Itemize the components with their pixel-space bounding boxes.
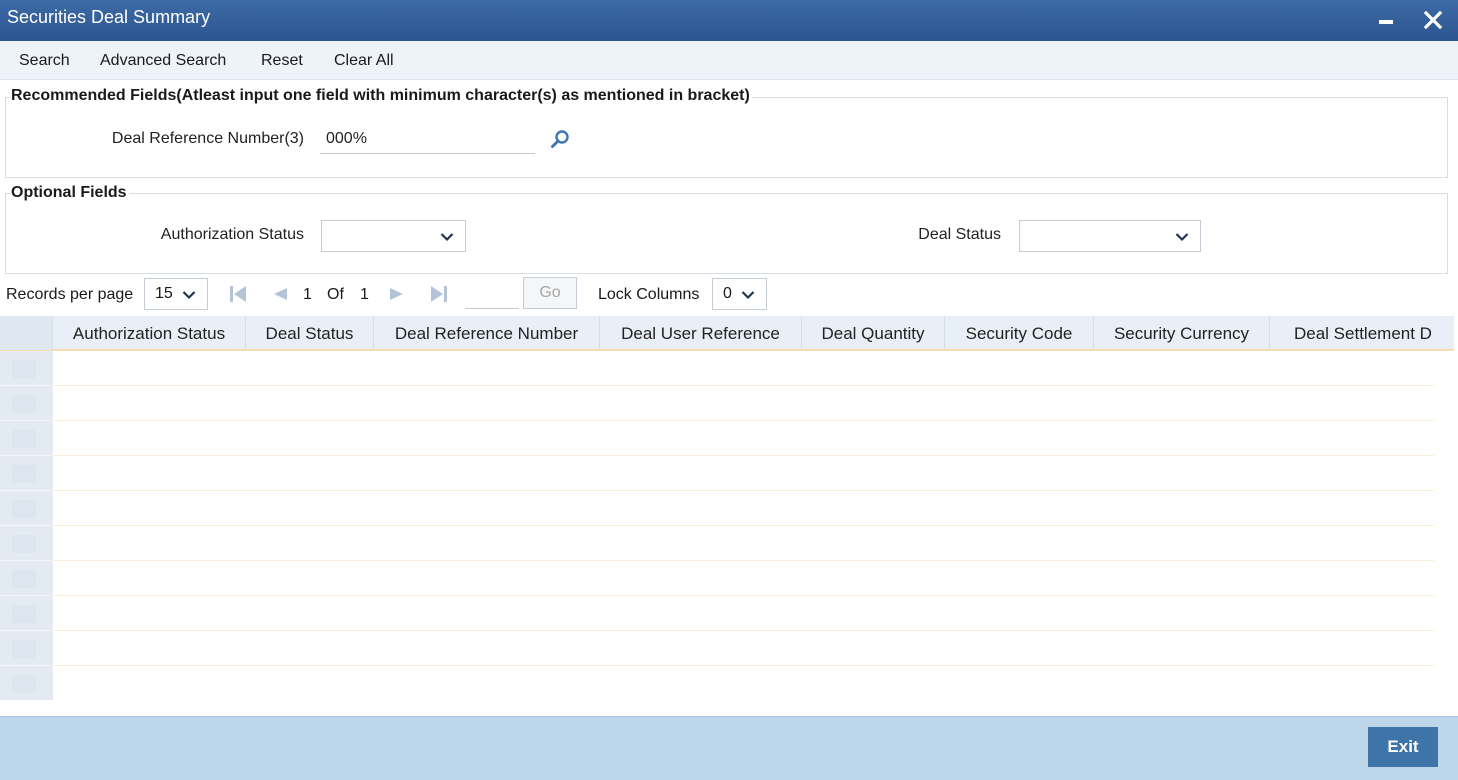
- reset-button[interactable]: Reset: [261, 52, 303, 70]
- table-row[interactable]: [0, 386, 1434, 421]
- minimize-button[interactable]: [1374, 6, 1400, 34]
- minimize-icon: [1379, 20, 1393, 24]
- row-checkbox-box: [12, 395, 36, 413]
- row-checkbox-box: [12, 500, 36, 518]
- exit-button[interactable]: Exit: [1368, 727, 1438, 767]
- row-checkbox[interactable]: [0, 561, 53, 596]
- row-checkbox[interactable]: [0, 526, 53, 561]
- lock-columns-select[interactable]: 0: [712, 278, 767, 310]
- authorization-status-label: Authorization Status: [160, 226, 304, 243]
- close-button[interactable]: [1420, 6, 1446, 34]
- row-checkbox-box: [12, 640, 36, 658]
- select-all-checkbox[interactable]: [0, 316, 53, 350]
- search-button[interactable]: Search: [19, 52, 70, 70]
- column-header[interactable]: Deal User Reference: [600, 316, 802, 350]
- chevron-down-icon: [741, 291, 755, 300]
- results-grid: Authorization Status Deal Status Deal Re…: [0, 316, 1454, 700]
- first-page-icon[interactable]: [229, 284, 247, 304]
- column-header[interactable]: Security Currency: [1094, 316, 1270, 350]
- table-row[interactable]: [0, 561, 1434, 596]
- deal-reference-number-label: Deal Reference Number(3): [111, 130, 304, 147]
- previous-page-icon[interactable]: [271, 284, 289, 304]
- of-label: Of: [327, 286, 344, 303]
- column-header[interactable]: Security Code: [945, 316, 1094, 350]
- column-header[interactable]: Authorization Status: [53, 316, 246, 350]
- vertical-scrollbar[interactable]: [1434, 351, 1454, 700]
- optional-fields-legend: Optional Fields: [11, 184, 129, 202]
- lock-columns-value: 0: [723, 285, 732, 302]
- row-checkbox[interactable]: [0, 666, 53, 700]
- row-checkbox[interactable]: [0, 631, 53, 666]
- table-row[interactable]: [0, 351, 1434, 386]
- row-checkbox-box: [12, 570, 36, 588]
- column-header[interactable]: Deal Settlement D: [1270, 316, 1454, 350]
- table-row[interactable]: [0, 491, 1434, 526]
- go-button[interactable]: Go: [523, 277, 577, 309]
- search-icon[interactable]: [550, 129, 570, 149]
- table-row[interactable]: [0, 526, 1434, 561]
- table-row[interactable]: [0, 596, 1434, 631]
- row-checkbox-box: [12, 605, 36, 623]
- authorization-status-select[interactable]: [321, 220, 466, 252]
- chevron-down-icon: [182, 291, 196, 300]
- row-checkbox-box: [12, 535, 36, 553]
- grid-header: Authorization Status Deal Status Deal Re…: [0, 316, 1454, 351]
- clear-all-button[interactable]: Clear All: [334, 52, 394, 70]
- records-per-page-value: 15: [155, 285, 173, 302]
- advanced-search-button[interactable]: Advanced Search: [100, 52, 226, 70]
- page-number-input[interactable]: [465, 279, 519, 309]
- row-checkbox-box: [12, 465, 36, 483]
- chevron-down-icon: [440, 233, 454, 242]
- column-header[interactable]: Deal Status: [246, 316, 374, 350]
- table-row[interactable]: [0, 631, 1434, 666]
- row-checkbox[interactable]: [0, 386, 53, 421]
- deal-status-label: Deal Status: [918, 226, 1001, 243]
- title-bar: Securities Deal Summary: [0, 0, 1458, 41]
- row-checkbox[interactable]: [0, 421, 53, 456]
- row-checkbox[interactable]: [0, 351, 53, 386]
- chevron-down-icon: [1175, 233, 1189, 242]
- next-page-icon[interactable]: [388, 284, 406, 304]
- pagination-bar: Records per page 15 1 Of 1 Go Lock Colum…: [0, 276, 1458, 314]
- close-icon: [1423, 10, 1443, 30]
- deal-reference-number-input[interactable]: [320, 124, 535, 154]
- records-per-page-label: Records per page: [6, 286, 134, 303]
- row-checkbox[interactable]: [0, 596, 53, 631]
- table-row[interactable]: [0, 456, 1434, 491]
- total-pages: 1: [360, 286, 369, 303]
- toolbar: Search Advanced Search Reset Clear All: [0, 41, 1458, 80]
- recommended-fields-legend: Recommended Fields(Atleast input one fie…: [11, 87, 752, 105]
- row-checkbox-box: [12, 430, 36, 448]
- column-header[interactable]: Deal Quantity: [802, 316, 945, 350]
- row-checkbox-box: [12, 360, 36, 378]
- table-row[interactable]: [0, 421, 1434, 456]
- deal-status-select[interactable]: [1019, 220, 1201, 252]
- last-page-icon[interactable]: [430, 284, 448, 304]
- footer-bar: Exit: [0, 716, 1458, 780]
- column-header[interactable]: Deal Reference Number: [374, 316, 600, 350]
- records-per-page-select[interactable]: 15: [144, 278, 208, 310]
- current-page: 1: [303, 286, 312, 303]
- table-row[interactable]: [0, 666, 1434, 700]
- row-checkbox[interactable]: [0, 491, 53, 526]
- row-checkbox[interactable]: [0, 456, 53, 491]
- window-title: Securities Deal Summary: [7, 7, 211, 27]
- row-checkbox-box: [12, 675, 36, 693]
- lock-columns-label: Lock Columns: [598, 286, 700, 303]
